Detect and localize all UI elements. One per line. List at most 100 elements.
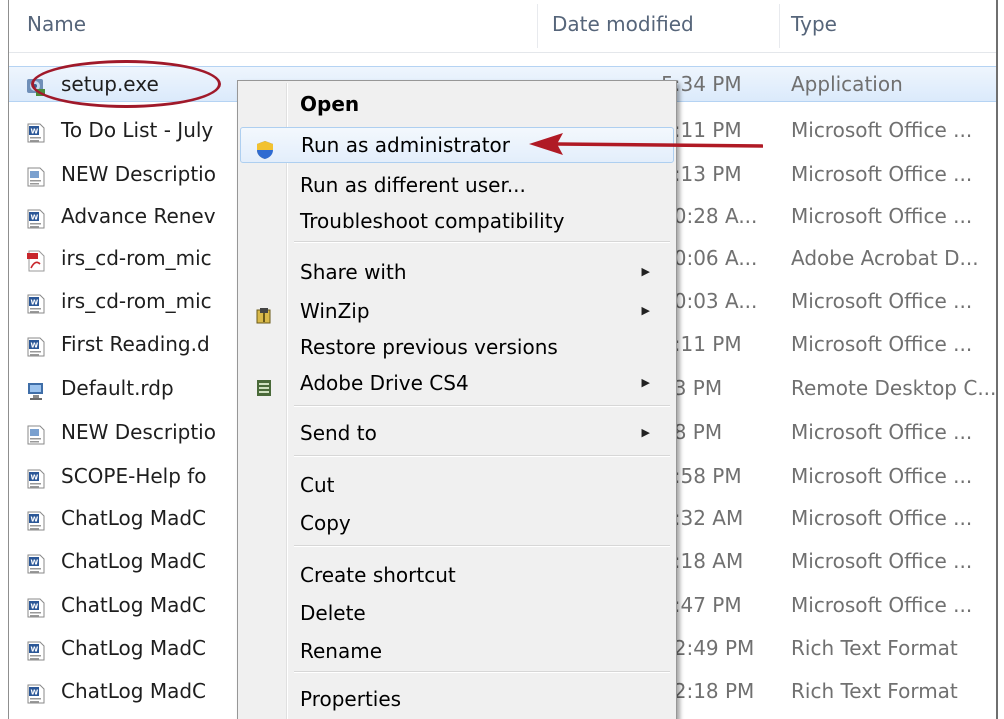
file-name: ChatLog MadC bbox=[61, 593, 206, 617]
menu-item-label: WinZip bbox=[300, 299, 370, 323]
file-name: Advance Renev bbox=[61, 204, 216, 228]
file-type: Microsoft Office ... bbox=[791, 162, 973, 186]
column-header: Name Date modified Type bbox=[9, 0, 996, 53]
file-type: Microsoft Office ... bbox=[791, 549, 973, 573]
doc-icon bbox=[25, 163, 47, 187]
exe-icon bbox=[25, 74, 47, 96]
file-name: irs_cd-rom_mic bbox=[61, 246, 212, 270]
svg-text:W: W bbox=[31, 603, 39, 611]
file-name: ChatLog MadC bbox=[61, 549, 206, 573]
doc-icon bbox=[25, 421, 47, 445]
menu-item-label: Run as different user... bbox=[300, 173, 526, 197]
menu-item-run-as-different-user[interactable]: Run as different user... bbox=[240, 167, 674, 203]
svg-text:W: W bbox=[31, 474, 39, 482]
menu-item-label: Run as administrator bbox=[301, 133, 511, 157]
svg-text:W: W bbox=[31, 646, 39, 654]
column-header-date-modified[interactable]: Date modified bbox=[552, 10, 694, 42]
menu-item-label: Restore previous versions bbox=[300, 335, 558, 359]
menu-item-label: Rename bbox=[300, 639, 383, 663]
svg-text:W: W bbox=[31, 342, 39, 350]
menu-item-label: Properties bbox=[300, 687, 402, 711]
rdp-icon bbox=[25, 377, 47, 400]
menu-separator bbox=[294, 241, 670, 243]
file-type: Rich Text Format bbox=[791, 679, 958, 703]
file-name: First Reading.d bbox=[61, 332, 210, 356]
file-type: Microsoft Office ... bbox=[791, 332, 973, 356]
file-name: To Do List - July bbox=[61, 118, 214, 142]
menu-item-label: Share with bbox=[300, 260, 407, 284]
column-header-name[interactable]: Name bbox=[27, 10, 86, 42]
submenu-arrow-icon: ▶ bbox=[641, 265, 650, 278]
menu-separator bbox=[294, 545, 670, 547]
word-doc-icon: W bbox=[25, 594, 47, 618]
context-menu: Open Run as administrator Run as different… bbox=[237, 80, 677, 719]
file-type: Microsoft Office ... bbox=[791, 420, 973, 444]
file-name: setup.exe bbox=[61, 72, 159, 96]
file-type: Application bbox=[791, 72, 903, 96]
file-type: Microsoft Office ... bbox=[791, 464, 973, 488]
column-header-type[interactable]: Type bbox=[791, 10, 837, 42]
file-type: Microsoft Office ... bbox=[791, 593, 973, 617]
adobe-drive-icon bbox=[254, 373, 274, 396]
menu-item-label: Delete bbox=[300, 601, 366, 625]
menu-item-copy[interactable]: Copy bbox=[240, 505, 674, 541]
menu-item-delete[interactable]: Delete bbox=[240, 595, 674, 631]
menu-item-winzip[interactable]: WinZip ▶ bbox=[240, 293, 674, 329]
svg-text:W: W bbox=[31, 299, 39, 307]
svg-text:W: W bbox=[31, 559, 39, 567]
menu-item-open[interactable]: Open bbox=[240, 86, 674, 122]
file-type: Microsoft Office ... bbox=[791, 204, 973, 228]
word-doc-icon: W bbox=[25, 507, 47, 531]
menu-separator bbox=[294, 455, 670, 457]
menu-item-label: Adobe Drive CS4 bbox=[300, 371, 469, 395]
menu-item-label: Copy bbox=[300, 511, 351, 535]
file-name: Default.rdp bbox=[61, 376, 174, 400]
menu-item-restore-previous-versions[interactable]: Restore previous versions bbox=[240, 329, 674, 365]
svg-text:W: W bbox=[31, 214, 39, 222]
file-type: Microsoft Office ... bbox=[791, 118, 973, 142]
menu-item-adobe-drive-cs4[interactable]: Adobe Drive CS4 ▶ bbox=[240, 365, 674, 401]
svg-text:W: W bbox=[31, 516, 39, 524]
file-type: Microsoft Office ... bbox=[791, 289, 973, 313]
file-name: NEW Descriptio bbox=[61, 420, 216, 444]
column-divider[interactable] bbox=[779, 4, 780, 48]
pdf-icon bbox=[25, 247, 47, 272]
menu-item-rename[interactable]: Rename bbox=[240, 633, 674, 669]
file-name: irs_cd-rom_mic bbox=[61, 289, 212, 313]
uac-shield-icon bbox=[255, 136, 275, 159]
file-name: ChatLog MadC bbox=[61, 679, 206, 703]
word-doc-icon: W bbox=[25, 550, 47, 574]
menu-item-properties[interactable]: Properties bbox=[240, 681, 674, 717]
column-divider[interactable] bbox=[537, 4, 538, 48]
file-name: NEW Descriptio bbox=[61, 162, 216, 186]
word-doc-icon: W bbox=[25, 465, 47, 489]
file-name: ChatLog MadC bbox=[61, 506, 206, 530]
word-doc-icon: W bbox=[25, 680, 47, 704]
menu-item-label: Cut bbox=[300, 473, 335, 497]
menu-separator bbox=[294, 405, 670, 407]
svg-text:W: W bbox=[31, 689, 39, 697]
word-doc-icon: W bbox=[25, 333, 47, 357]
menu-separator bbox=[294, 671, 670, 673]
file-type: Adobe Acrobat D... bbox=[791, 246, 979, 270]
word-doc-icon: W bbox=[25, 119, 47, 143]
submenu-arrow-icon: ▶ bbox=[641, 376, 650, 389]
menu-item-label: Create shortcut bbox=[300, 563, 456, 587]
menu-item-label: Troubleshoot compatibility bbox=[300, 209, 565, 233]
file-name: ChatLog MadC bbox=[61, 636, 206, 660]
menu-item-label: Send to bbox=[300, 421, 377, 445]
menu-item-send-to[interactable]: Send to ▶ bbox=[240, 415, 674, 451]
word-doc-icon: W bbox=[25, 637, 47, 661]
svg-text:W: W bbox=[31, 128, 39, 136]
menu-item-create-shortcut[interactable]: Create shortcut bbox=[240, 557, 674, 593]
menu-item-label: Open bbox=[300, 92, 360, 116]
file-type: Remote Desktop C... bbox=[791, 376, 997, 400]
menu-item-troubleshoot-compatibility[interactable]: Troubleshoot compatibility bbox=[240, 203, 674, 239]
annotation-arrow bbox=[529, 133, 764, 155]
file-type: Rich Text Format bbox=[791, 636, 958, 660]
menu-item-share-with[interactable]: Share with ▶ bbox=[240, 254, 674, 290]
submenu-arrow-icon: ▶ bbox=[641, 426, 650, 439]
menu-item-cut[interactable]: Cut bbox=[240, 467, 674, 503]
explorer-file-list: Name Date modified Type setup.exe 5:34 PM… bbox=[8, 0, 998, 719]
winzip-icon bbox=[254, 301, 274, 324]
